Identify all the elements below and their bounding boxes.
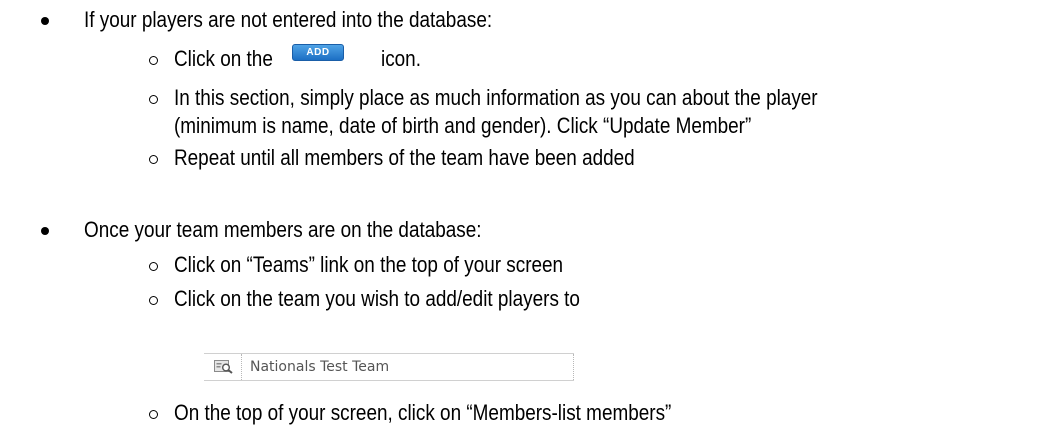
step-teams: Click on “Teams” link on the top of your… [174,252,564,277]
document-page: If your players are not entered into the… [0,0,1050,446]
team-row[interactable]: Nationals Test Team [204,353,574,381]
step-click-prefix: Click on the [174,46,273,71]
bullet-circle [149,95,158,104]
section2-heading: Once your team members are on the databa… [84,217,482,242]
column-divider [241,354,242,380]
step-members: On the top of your screen, click on “Mem… [174,400,672,425]
bullet-circle [149,155,158,164]
magnifier-card-icon[interactable] [214,360,234,374]
team-name[interactable]: Nationals Test Team [250,358,389,376]
step-info-line2: (minimum is name, date of birth and gend… [174,113,752,138]
bullet-circle [149,410,158,419]
step-repeat: Repeat until all members of the team hav… [174,145,635,170]
bullet-disc [41,227,49,235]
step-click-suffix: icon. [381,46,421,71]
column-divider [573,354,574,380]
add-button[interactable]: ADD [292,44,344,61]
bullet-disc [41,17,49,25]
step-team: Click on the team you wish to add/edit p… [174,286,580,311]
step-info-line1: In this section, simply place as much in… [174,85,818,110]
bullet-circle [149,262,158,271]
bullet-circle [149,296,158,305]
bullet-circle [149,56,158,65]
section1-heading: If your players are not entered into the… [84,7,493,32]
